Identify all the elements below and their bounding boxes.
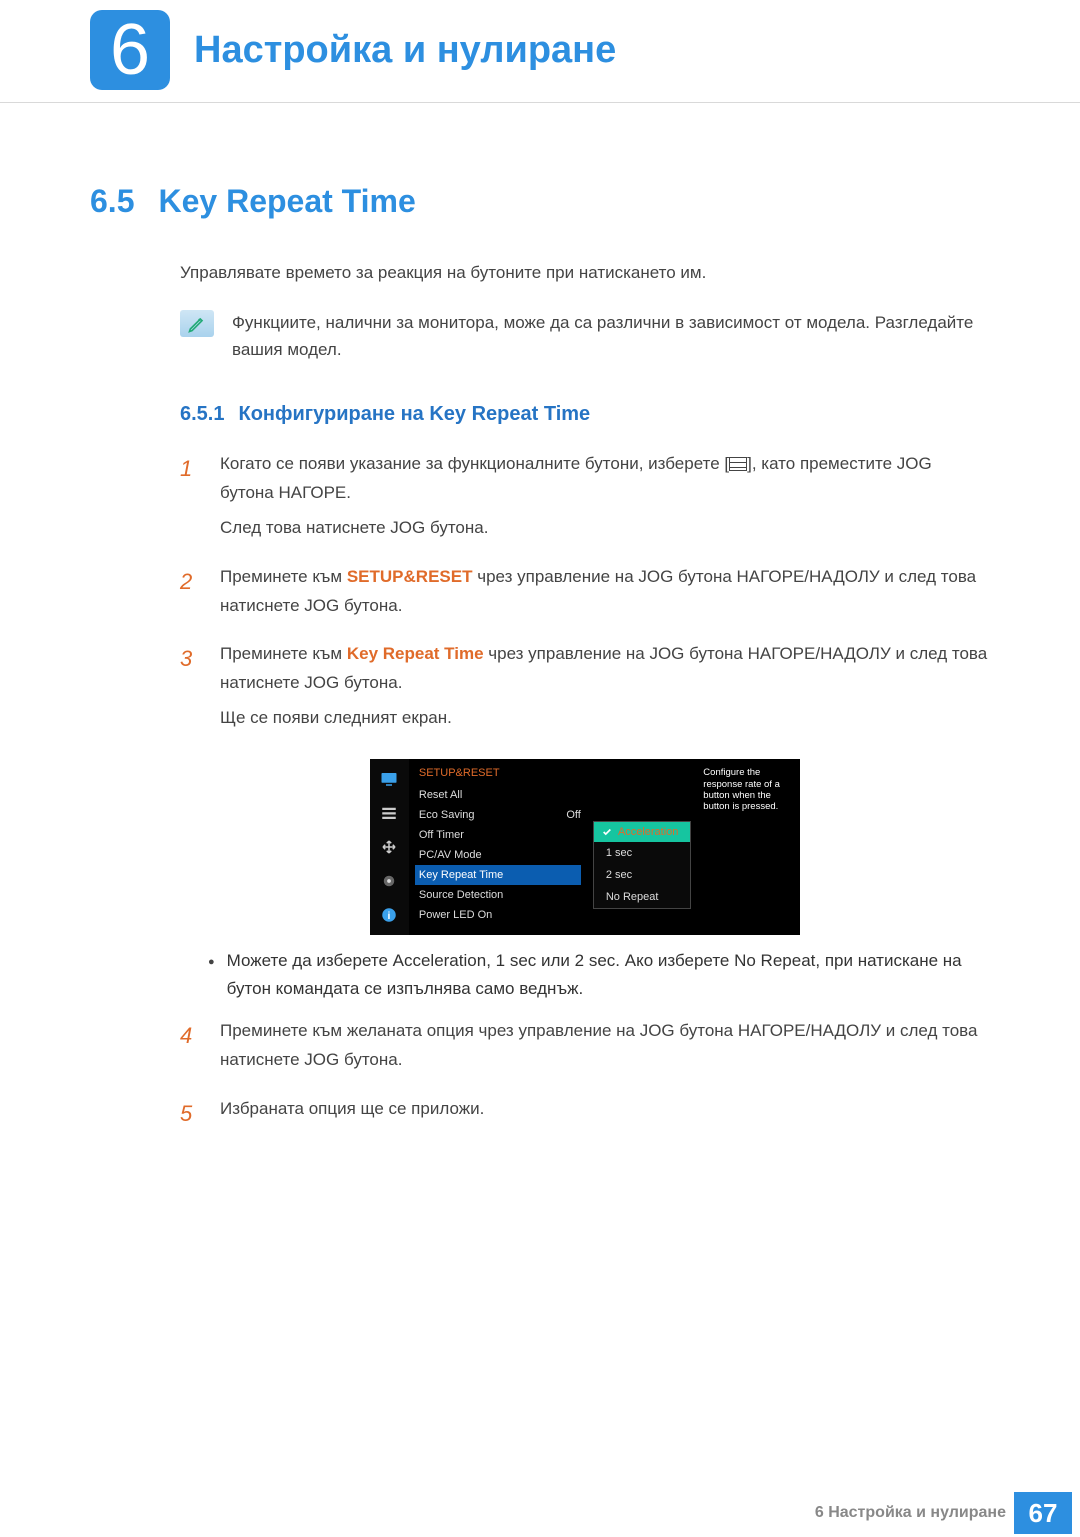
menu-icon [729,457,747,471]
step-1-text-a: Когато се появи указание за функционални… [220,454,729,473]
section-heading: 6.5 Key Repeat Time [90,183,990,220]
osd-item-source-detection: Source Detection [419,885,581,905]
bullet-kw-4: No Repeat [734,951,815,970]
osd-item-reset: Reset All [419,785,581,805]
step-number: 1 [180,450,200,549]
chapter-number-badge: 6 [90,10,170,90]
info-icon: i [378,905,400,925]
osd-dropdown-option: 1 sec [594,842,690,864]
subsection-heading: 6.5.1 Конфигуриране на Key Repeat Time [90,403,990,426]
osd-dropdown-option: No Repeat [594,886,690,908]
footer-page-number: 67 [1014,1492,1072,1534]
step-1-text-2: След това натиснете JOG бутона. [220,514,990,543]
bullet-icon: ● [208,953,215,1003]
note-text: Функциите, налични за монитора, може да … [232,310,990,363]
subsection-title: Конфигуриране на Key Repeat Time [238,403,590,425]
osd-item-pcav: PC/AV Mode [419,845,581,865]
osd-preview: i SETUP&RESET Reset All Eco SavingOff Of… [370,759,800,935]
step-2: 2 Преминете към SETUP&RESET чрез управле… [180,563,990,627]
step-number: 4 [180,1017,200,1081]
bullet-kw-1: Acceleration [393,951,487,970]
osd-item-eco: Eco SavingOff [419,805,581,825]
step-3: 3 Преминете към Key Repeat Time чрез упр… [180,640,990,739]
step-2-keyword: SETUP&RESET [347,567,473,586]
resize-icon [378,837,400,857]
note-box: Функциите, налични за монитора, може да … [90,310,990,363]
footer-chapter-label: 6 Настройка и нулиране [815,1504,1006,1522]
step-4: 4 Преминете към желаната опция чрез упра… [180,1017,990,1081]
osd-tab-icons: i [370,759,409,935]
osd-item-eco-value: Off [566,809,580,821]
monitor-icon [378,769,400,789]
section-title: Key Repeat Time [158,183,415,219]
section-number: 6.5 [90,183,134,219]
osd-help-text: Configure the response rate of a button … [697,759,800,935]
osd-title: SETUP&RESET [419,767,581,779]
subsection-number: 6.5.1 [180,403,224,425]
step-1: 1 Когато се появи указание за функционал… [180,450,990,549]
check-icon [602,827,612,837]
bullet-text-1: Можете да изберете [227,951,393,970]
section-intro: Управлявате времето за реакция на бутони… [90,260,990,286]
osd-dropdown: Acceleration 1 sec 2 sec No Repeat [593,821,691,909]
step-2-pre: Преминете към [220,567,347,586]
osd-dropdown-option: 2 sec [594,864,690,886]
osd-item-power-led: Power LED On [419,905,581,925]
osd-item-offtimer: Off Timer [419,825,581,845]
step-3-text-2: Ще се появи следният екран. [220,704,990,733]
step-4-text: Преминете към желаната опция чрез управл… [220,1017,990,1075]
bullet-kw-3: 2 sec [575,951,616,970]
note-pencil-icon [180,310,214,337]
step-number: 5 [180,1095,200,1132]
chapter-title: Настройка и нулиране [194,29,616,72]
step-5: 5 Избраната опция ще се приложи. [180,1095,990,1132]
step-number: 2 [180,563,200,627]
osd-item-key-repeat-time: Key Repeat Time [415,865,581,885]
svg-text:i: i [388,910,391,922]
step-3-pre: Преминете към [220,644,347,663]
list-icon [378,803,400,823]
step-5-text: Избраната опция ще се приложи. [220,1095,990,1124]
bullet-kw-2: 1 sec [496,951,537,970]
chapter-header: 6 Настройка и нулиране [0,10,1080,103]
osd-dropdown-selected: Acceleration [594,822,690,842]
gear-icon [378,871,400,891]
page-footer: 6 Настройка и нулиране 67 [0,1489,1080,1537]
step-3-keyword: Key Repeat Time [347,644,484,663]
bullet-note: ● Можете да изберете Acceleration, 1 sec… [180,947,990,1003]
step-number: 3 [180,640,200,739]
